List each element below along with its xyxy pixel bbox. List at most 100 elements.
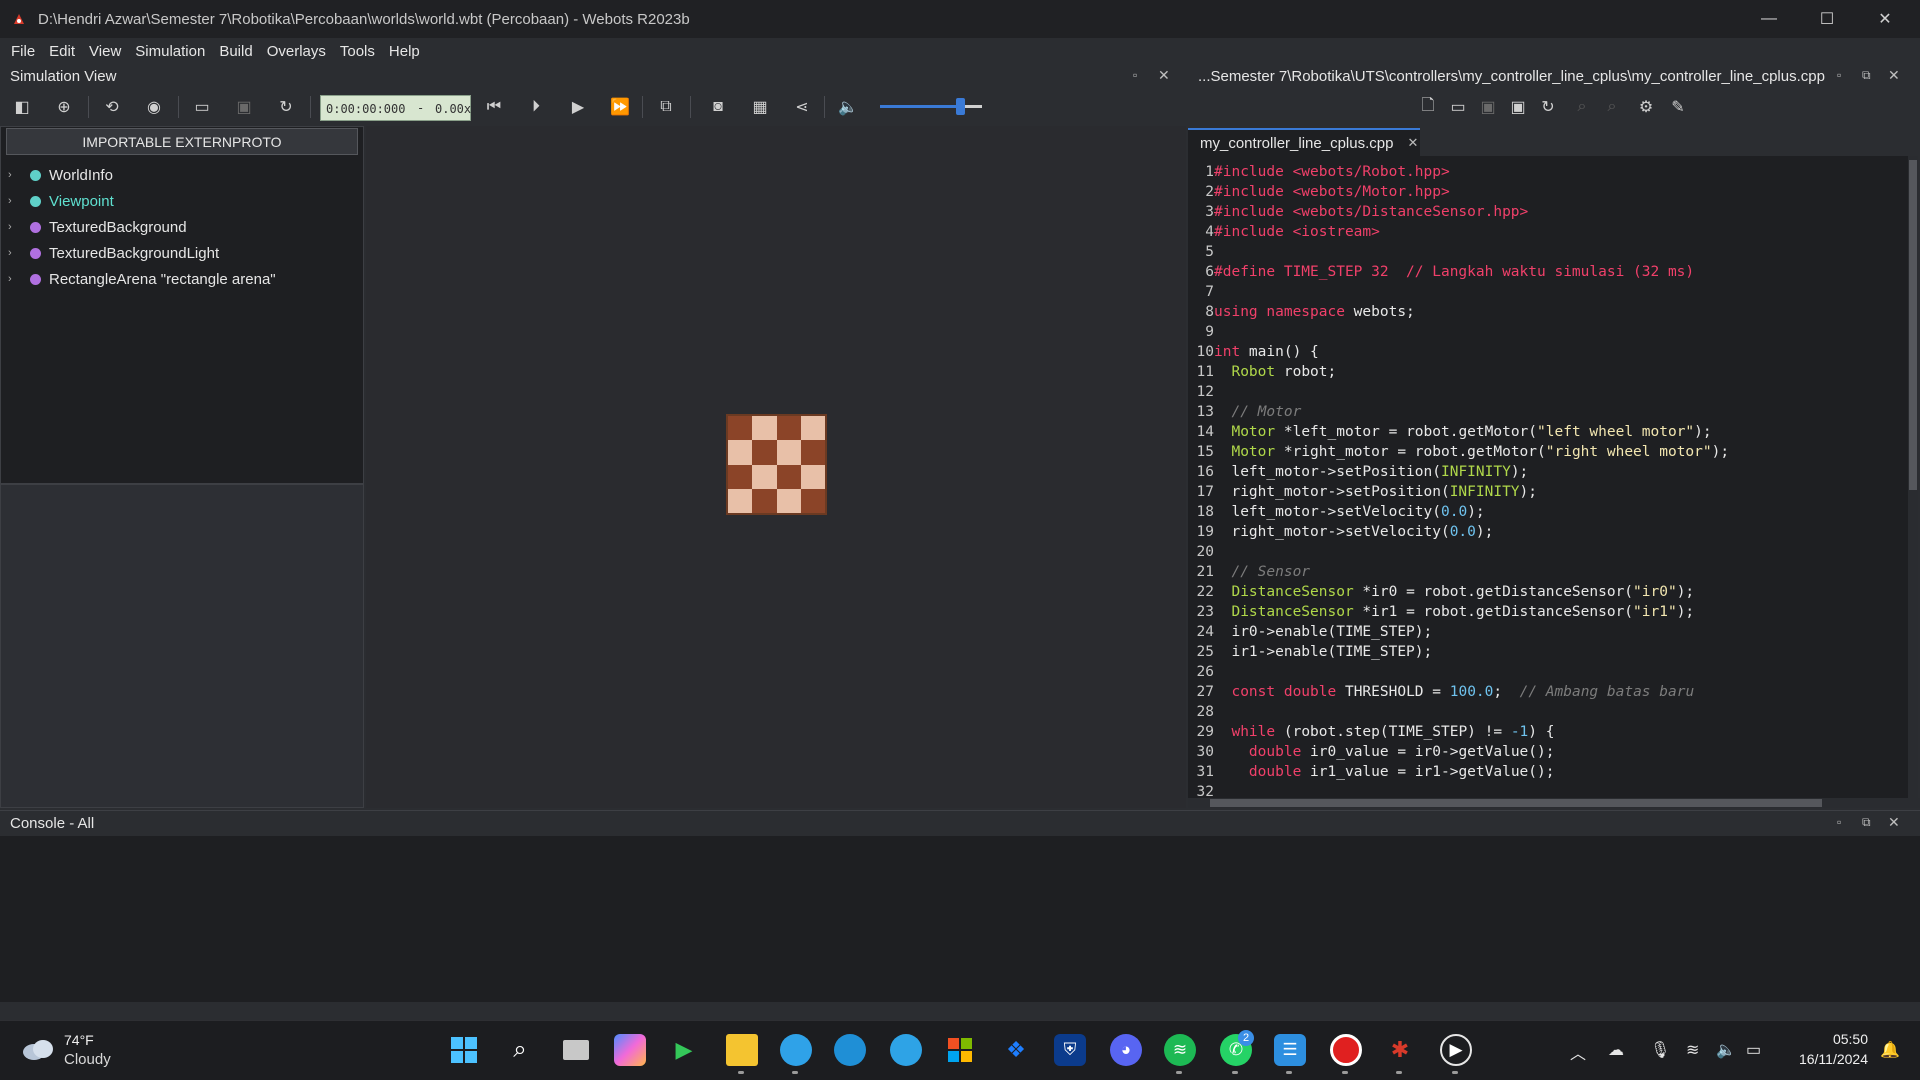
- spotify-icon[interactable]: ≋: [1164, 1034, 1196, 1066]
- menu-overlays[interactable]: Overlays: [260, 43, 333, 60]
- search-icon[interactable]: ⌕: [504, 1034, 536, 1066]
- save-world-icon[interactable]: ▣: [234, 97, 254, 117]
- editor-undock-icon[interactable]: ▫: [1837, 68, 1841, 82]
- edge-browser-icon[interactable]: [780, 1034, 812, 1066]
- task-view-icon[interactable]: [560, 1034, 592, 1066]
- reset-simulation-icon[interactable]: ⏮: [484, 97, 504, 117]
- menu-edit[interactable]: Edit: [42, 43, 82, 60]
- speaker-icon[interactable]: 🔈: [1716, 1040, 1736, 1060]
- simulation-speed: 0.00x: [435, 102, 472, 116]
- menu-simulation[interactable]: Simulation: [128, 43, 212, 60]
- save-file-icon[interactable]: ▣: [1478, 97, 1498, 117]
- menu-help[interactable]: Help: [382, 43, 427, 60]
- menu-tools[interactable]: Tools: [333, 43, 382, 60]
- editor-vertical-scroll-thumb[interactable]: [1909, 160, 1917, 490]
- close-button[interactable]: ✕: [1856, 0, 1914, 38]
- importable-externproto-button[interactable]: IMPORTABLE EXTERNPROTO: [6, 128, 358, 155]
- clock-date[interactable]: 16/11/2024: [1782, 1051, 1868, 1067]
- onedrive-cloud-icon[interactable]: ☁: [1608, 1040, 1624, 1060]
- clock-time[interactable]: 05:50: [1792, 1031, 1868, 1047]
- open-file-icon[interactable]: ▭: [1448, 97, 1468, 117]
- code-token: main() {: [1240, 344, 1319, 360]
- edge-browser-icon-2[interactable]: [834, 1034, 866, 1066]
- expand-chevron-icon[interactable]: ›: [8, 247, 22, 259]
- share-icon[interactable]: ⋖: [792, 97, 812, 117]
- editor-float-icon[interactable]: ⧉: [1862, 68, 1871, 83]
- wifi-icon[interactable]: ≋: [1686, 1040, 1699, 1060]
- code-line: 2#include <webots/Motor.hpp>: [1188, 182, 1908, 202]
- rectangle-arena-floor[interactable]: [726, 414, 827, 515]
- render-toggle-icon[interactable]: ⧉: [656, 97, 676, 117]
- minimize-button[interactable]: —: [1740, 0, 1798, 38]
- start-windows-icon[interactable]: [448, 1034, 480, 1066]
- volume-slider-thumb[interactable]: [956, 98, 965, 115]
- weather-temperature[interactable]: 74°F: [64, 1032, 94, 1048]
- scene-tree-item[interactable]: › TexturedBackgroundLight: [8, 241, 219, 265]
- editor-horizontal-scroll-thumb[interactable]: [1210, 799, 1822, 807]
- revert-icon[interactable]: ↻: [1538, 97, 1558, 117]
- arena-floor-tile: [752, 464, 777, 489]
- copilot-icon[interactable]: [614, 1034, 646, 1066]
- show-hidden-icons-chevron-icon[interactable]: ︿: [1570, 1040, 1586, 1064]
- new-file-icon[interactable]: 🗋: [1418, 97, 1438, 117]
- sim-view-close-icon[interactable]: ✕: [1158, 67, 1170, 84]
- save-as-icon[interactable]: ▣: [1508, 97, 1528, 117]
- expand-chevron-icon[interactable]: ›: [8, 169, 22, 181]
- code-editor[interactable]: 1#include <webots/Robot.hpp> 2#include <w…: [1188, 156, 1908, 798]
- toggle-scene-tree-icon[interactable]: ◧: [12, 97, 32, 117]
- editor-tab-close-icon[interactable]: ✕: [1407, 135, 1418, 151]
- expand-chevron-icon[interactable]: ›: [8, 273, 22, 285]
- editor-close-icon[interactable]: ✕: [1888, 67, 1900, 84]
- console-close-icon[interactable]: ✕: [1888, 814, 1900, 831]
- screen-recorder-icon[interactable]: [1330, 1034, 1362, 1066]
- screenshot-icon[interactable]: ◙: [708, 97, 728, 117]
- arena-floor-tile: [776, 488, 801, 513]
- add-node-icon[interactable]: ⊕: [54, 97, 74, 117]
- replace-icon[interactable]: ⌕: [1602, 97, 1622, 117]
- menu-view[interactable]: View: [82, 43, 128, 60]
- battery-icon[interactable]: ▭: [1746, 1040, 1761, 1060]
- media-player-icon[interactable]: ▶: [1440, 1034, 1472, 1066]
- clean-icon[interactable]: ✎: [1668, 97, 1688, 117]
- view-eye-icon[interactable]: ◉: [144, 97, 164, 117]
- scene-tree-item[interactable]: › RectangleArena "rectangle arena": [8, 267, 276, 291]
- vpn-shield-icon[interactable]: ⛨: [1054, 1034, 1086, 1066]
- menu-file[interactable]: File: [4, 43, 42, 60]
- microphone-icon[interactable]: 🎙: [1650, 1040, 1670, 1060]
- fast-forward-icon[interactable]: ⏩: [610, 97, 630, 117]
- notification-bell-icon[interactable]: 🔔: [1880, 1040, 1900, 1060]
- console-title: Console - All: [10, 815, 95, 832]
- edge-browser-icon-3[interactable]: [890, 1034, 922, 1066]
- discord-icon[interactable]: ◕: [1110, 1034, 1142, 1066]
- sim-view-undock-icon[interactable]: ▫: [1133, 68, 1137, 82]
- file-explorer-icon[interactable]: [726, 1034, 758, 1066]
- step-icon[interactable]: ⏵: [526, 97, 546, 117]
- scene-tree-item[interactable]: › WorldInfo: [8, 163, 113, 187]
- build-settings-icon[interactable]: ⚙: [1636, 97, 1656, 117]
- running-indicator: [1342, 1071, 1348, 1074]
- find-icon[interactable]: ⌕: [1572, 97, 1592, 117]
- console-output[interactable]: [0, 836, 1920, 1002]
- notepad-icon[interactable]: ☰: [1274, 1034, 1306, 1066]
- open-world-icon[interactable]: ▭: [192, 97, 212, 117]
- console-undock-icon[interactable]: ▫: [1837, 815, 1841, 829]
- play-games-icon[interactable]: ▶: [668, 1034, 700, 1066]
- expand-chevron-icon[interactable]: ›: [8, 195, 22, 207]
- maximize-button[interactable]: ☐: [1798, 0, 1856, 38]
- weather-description[interactable]: Cloudy: [64, 1051, 111, 1068]
- scene-tree-item[interactable]: › TexturedBackground: [8, 215, 187, 239]
- record-movie-icon[interactable]: ▦: [750, 97, 770, 117]
- editor-tab[interactable]: my_controller_line_cplus.cpp ✕: [1188, 128, 1420, 156]
- webots-taskbar-icon[interactable]: ✱: [1384, 1034, 1416, 1066]
- expand-chevron-icon[interactable]: ›: [8, 221, 22, 233]
- scene-tree-item[interactable]: › Viewpoint: [8, 189, 114, 213]
- volume-icon[interactable]: 🔈: [838, 97, 858, 117]
- reload-world-icon[interactable]: ↻: [276, 97, 296, 117]
- menu-build[interactable]: Build: [212, 43, 259, 60]
- play-icon[interactable]: ▶: [568, 97, 588, 117]
- console-float-icon[interactable]: ⧉: [1862, 815, 1871, 830]
- reset-robot-icon[interactable]: ⟲: [102, 97, 122, 117]
- microsoft-store-icon[interactable]: [944, 1034, 976, 1066]
- dropbox-icon[interactable]: ❖: [1000, 1034, 1032, 1066]
